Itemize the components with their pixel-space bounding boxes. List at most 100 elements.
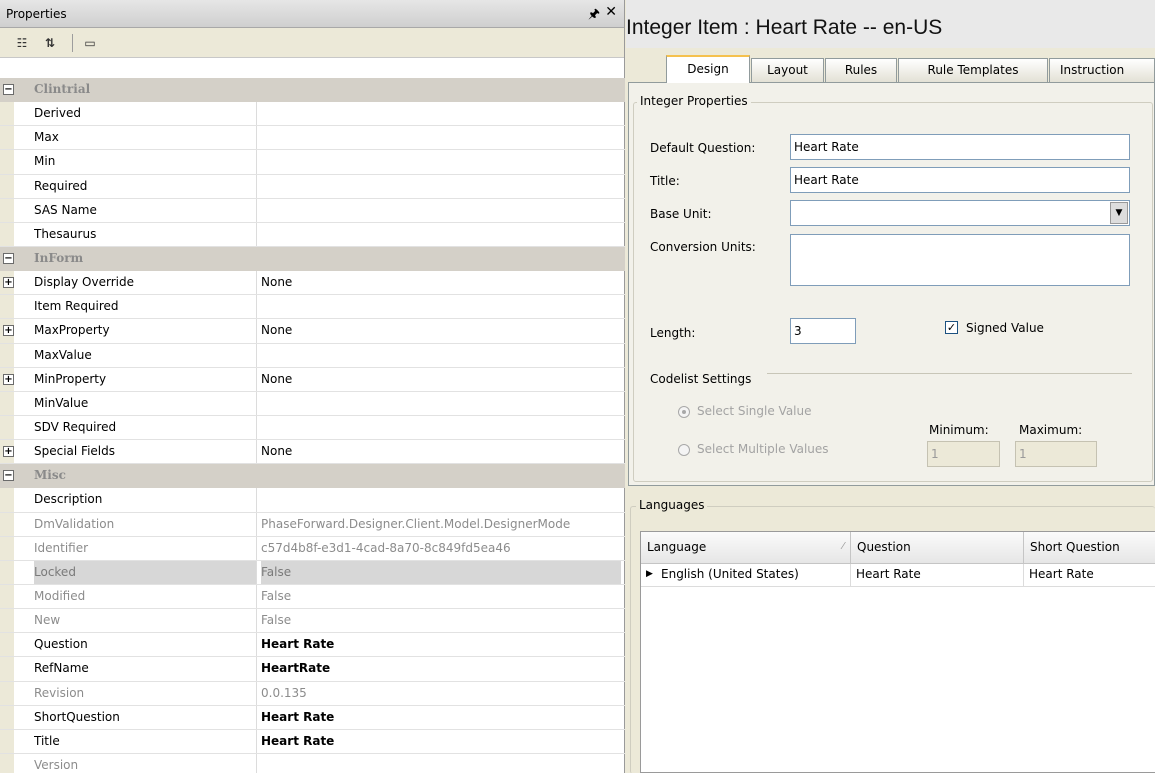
sort-icon: ⁄: [842, 541, 844, 552]
property-row-locked[interactable]: Locked False: [0, 560, 625, 585]
property-value: c57d4b8f-e3d1-4cad-8a70-8c849fd5ea46: [261, 540, 511, 555]
property-value[interactable]: [261, 488, 621, 511]
design-tab-page: Integer Properties Default Question: Hea…: [628, 82, 1155, 486]
alphabetical-sort-icon[interactable]: ⇅: [40, 33, 60, 53]
property-row-ref-name[interactable]: RefName HeartRate: [0, 657, 625, 682]
property-value[interactable]: [261, 199, 621, 222]
tab-rules[interactable]: Rules: [825, 58, 897, 82]
property-value[interactable]: None: [261, 271, 621, 294]
select-single-radio[interactable]: [678, 406, 690, 418]
property-value[interactable]: [261, 344, 621, 367]
chevron-down-icon[interactable]: ▼: [1110, 202, 1128, 224]
expand-icon[interactable]: +: [3, 446, 14, 458]
property-row-item-required[interactable]: Item Required: [0, 295, 625, 320]
property-value[interactable]: [261, 416, 621, 439]
property-row-max[interactable]: Max: [0, 126, 625, 151]
property-value[interactable]: [261, 175, 621, 198]
tab-layout[interactable]: Layout: [751, 58, 824, 82]
property-row-max-value[interactable]: MaxValue: [0, 343, 625, 368]
language-cell[interactable]: ▶ English (United States): [641, 564, 851, 587]
column-header-question[interactable]: Question: [851, 532, 1024, 564]
properties-title-bar: Properties 🖈 ✕: [0, 0, 624, 28]
expand-icon[interactable]: +: [3, 325, 14, 337]
property-row-question[interactable]: Question Heart Rate: [0, 633, 625, 658]
property-row-version[interactable]: Version: [0, 753, 625, 773]
tab-rule-templates[interactable]: Rule Templates: [898, 58, 1048, 82]
property-value[interactable]: None: [261, 319, 621, 342]
category-inform[interactable]: − InForm: [0, 246, 625, 272]
property-row-special-fields[interactable]: + Special Fields None: [0, 440, 625, 465]
collapse-icon[interactable]: −: [3, 84, 14, 95]
property-row-identifier[interactable]: Identifier c57d4b8f-e3d1-4cad-8a70-8c849f…: [0, 536, 625, 561]
property-row-short-question[interactable]: ShortQuestion Heart Rate: [0, 705, 625, 730]
property-value[interactable]: Heart Rate: [261, 706, 621, 729]
property-row-min[interactable]: Min: [0, 150, 625, 175]
length-field[interactable]: 3: [790, 318, 856, 344]
minimum-field[interactable]: 1: [927, 441, 1000, 467]
property-row-title[interactable]: Title Heart Rate: [0, 729, 625, 754]
expand-icon[interactable]: +: [3, 373, 14, 385]
tab-instruction[interactable]: Instruction: [1049, 58, 1155, 82]
property-row-min-value[interactable]: MinValue: [0, 391, 625, 416]
designer-header: Integer Item : Heart Rate -- en-US: [626, 0, 1155, 48]
short-question-cell[interactable]: Heart Rate: [1024, 564, 1155, 587]
collapse-icon[interactable]: −: [3, 470, 14, 482]
property-row-thesaurus[interactable]: Thesaurus: [0, 222, 625, 247]
property-name: Min: [34, 150, 257, 174]
property-row-sas-name[interactable]: SAS Name: [0, 198, 625, 223]
property-value[interactable]: [261, 126, 621, 149]
property-row-derived[interactable]: Derived: [0, 102, 625, 127]
signed-value-checkbox[interactable]: ✓: [945, 321, 958, 334]
property-value[interactable]: [261, 102, 621, 125]
close-icon[interactable]: ✕: [605, 4, 617, 20]
conversion-units-field[interactable]: [790, 234, 1130, 286]
property-name: New: [34, 609, 257, 633]
property-row-modified[interactable]: Modified False: [0, 584, 625, 610]
property-row-description[interactable]: Description: [0, 488, 625, 513]
column-header-label: Language: [647, 540, 707, 554]
expand-icon[interactable]: +: [3, 277, 14, 289]
question-cell[interactable]: Heart Rate: [851, 564, 1024, 587]
property-row-sdv-required[interactable]: SDV Required: [0, 415, 625, 441]
property-value[interactable]: [261, 392, 621, 415]
property-value[interactable]: HeartRate: [261, 657, 621, 680]
property-row-required[interactable]: Required: [0, 174, 625, 199]
minimum-label: Minimum:: [929, 423, 989, 437]
property-pages-icon[interactable]: ▭: [80, 33, 100, 53]
column-header-short-question[interactable]: Short Question: [1024, 532, 1155, 564]
maximum-field[interactable]: 1: [1015, 441, 1097, 467]
property-row-dm-validation[interactable]: DmValidation PhaseForward.Designer.Client…: [0, 512, 625, 537]
property-value: False: [261, 588, 292, 603]
property-value[interactable]: Heart Rate: [261, 730, 621, 753]
base-unit-select[interactable]: ▼: [790, 200, 1130, 226]
default-question-field[interactable]: Heart Rate: [790, 134, 1130, 160]
languages-legend: Languages: [636, 498, 708, 512]
property-name: Locked: [34, 560, 257, 584]
base-unit-label: Base Unit:: [650, 207, 712, 221]
column-header-language[interactable]: Language ⁄: [641, 532, 851, 564]
category-clintrial[interactable]: − Clintrial: [0, 78, 625, 103]
property-row-new[interactable]: New False: [0, 609, 625, 634]
property-row-max-property[interactable]: + MaxProperty None: [0, 319, 625, 344]
property-value[interactable]: None: [261, 368, 621, 391]
select-multiple-radio[interactable]: [678, 444, 690, 456]
collapse-icon[interactable]: −: [3, 252, 14, 264]
property-value[interactable]: [261, 295, 621, 318]
pin-icon[interactable]: 🖈: [588, 5, 600, 27]
property-row-revision[interactable]: Revision 0.0.135: [0, 681, 625, 706]
property-row-display-override[interactable]: + Display Override None: [0, 271, 625, 296]
property-name: Derived: [34, 102, 257, 126]
property-name: Special Fields: [34, 440, 257, 464]
property-value: 0.0.135: [261, 685, 307, 700]
property-value[interactable]: Heart Rate: [261, 633, 621, 656]
title-field[interactable]: Heart Rate: [790, 167, 1130, 193]
property-value[interactable]: [261, 223, 621, 246]
property-value[interactable]: [261, 150, 621, 173]
tab-design[interactable]: Design: [666, 55, 750, 83]
property-name: ShortQuestion: [34, 705, 257, 729]
categorized-view-icon[interactable]: ☷: [12, 33, 32, 53]
properties-toolbar: ☷ ⇅ ▭: [0, 28, 624, 58]
property-value[interactable]: None: [261, 440, 621, 463]
property-row-min-property[interactable]: + MinProperty None: [0, 367, 625, 392]
category-misc[interactable]: − Misc: [0, 464, 625, 489]
